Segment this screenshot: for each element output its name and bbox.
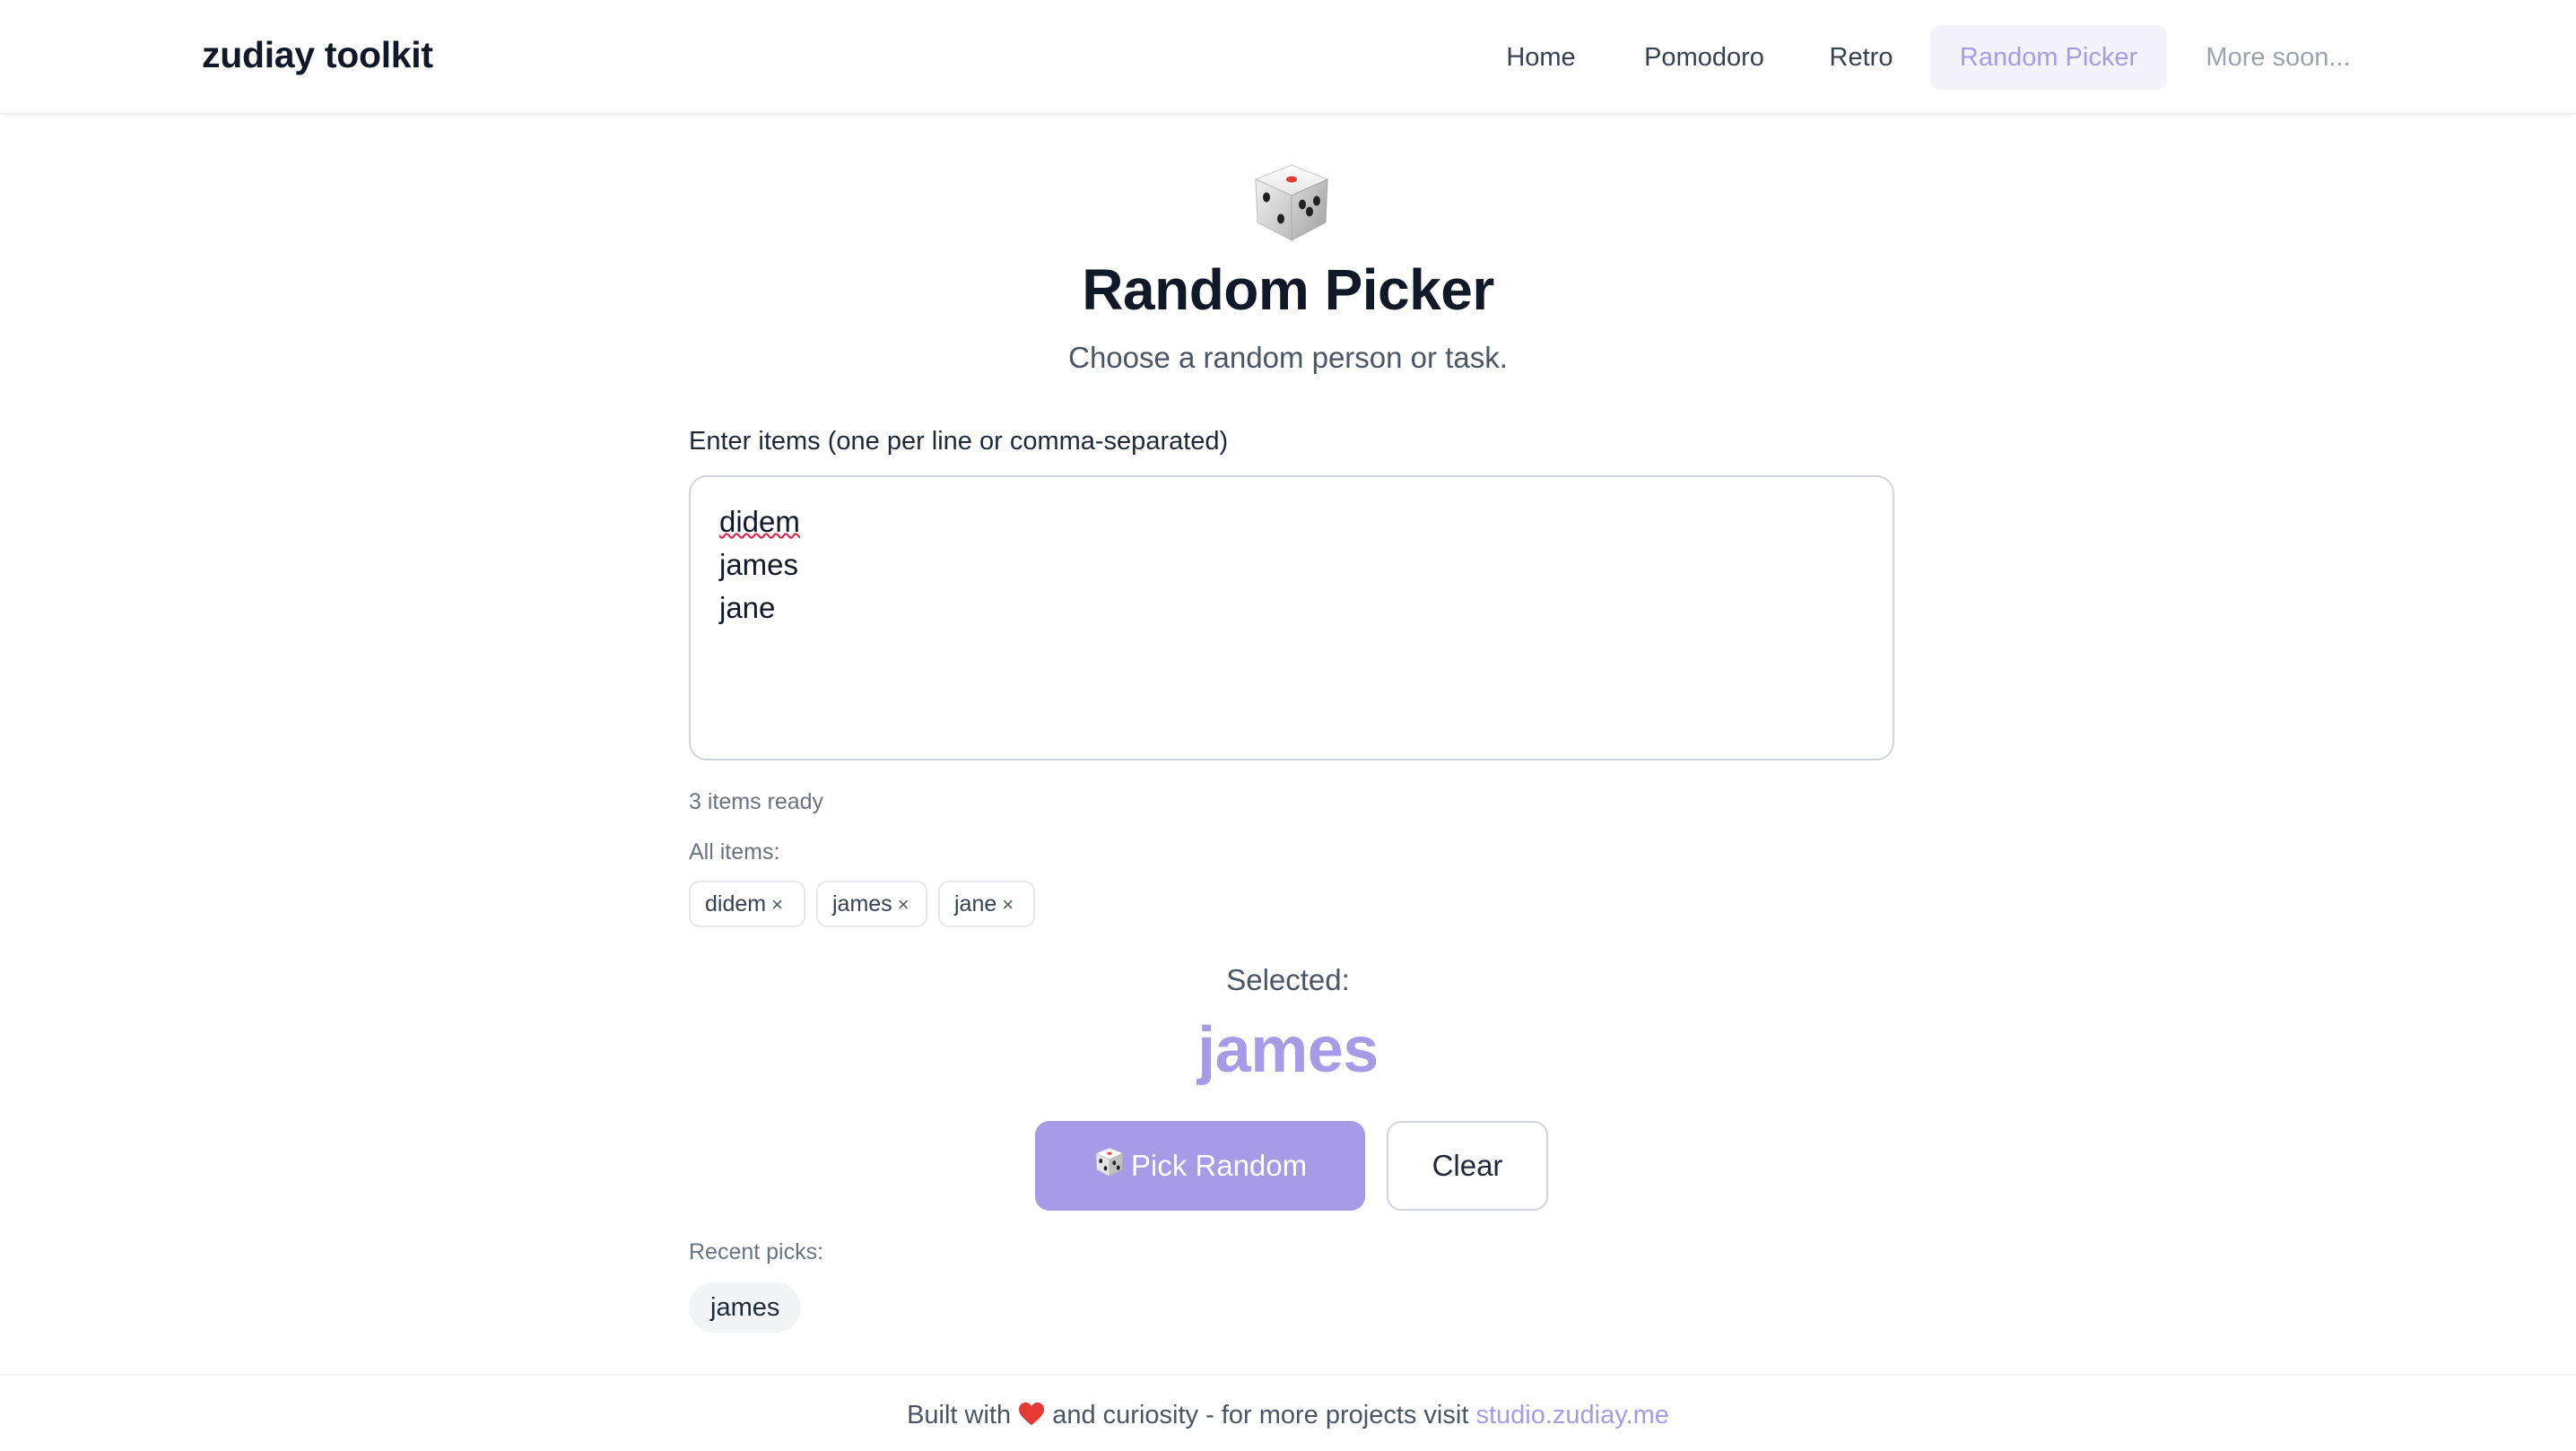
remove-icon[interactable]: × <box>1002 893 1014 916</box>
pick-random-button[interactable]: Pick Random <box>1035 1121 1365 1211</box>
textarea-line: jane <box>719 591 776 624</box>
nav-random-picker[interactable]: Random Picker <box>1930 25 2167 90</box>
dice-icon <box>1249 160 1335 246</box>
clear-button[interactable]: Clear <box>1387 1121 1548 1211</box>
chip-label: james <box>832 891 892 917</box>
nav-more-soon: More soon... <box>2206 43 2351 72</box>
nav-home[interactable]: Home <box>1480 25 1602 90</box>
nav-retro[interactable]: Retro <box>1814 25 1909 90</box>
selected-label: Selected: <box>1226 963 1350 996</box>
remove-icon[interactable]: × <box>771 893 783 916</box>
all-items-label: All items: <box>689 839 780 865</box>
item-chip: james × <box>816 881 927 927</box>
nav-pomodoro[interactable]: Pomodoro <box>1622 25 1787 90</box>
items-input-label: Enter items (one per line or comma-separ… <box>689 427 1229 456</box>
recent-picks-label: Recent picks: <box>689 1239 824 1264</box>
item-chip: didem × <box>689 881 805 927</box>
main-nav: Home Pomodoro Retro Random Picker More s… <box>0 25 2576 90</box>
remove-icon[interactable]: × <box>898 893 909 916</box>
pick-random-label: Pick Random <box>1130 1149 1308 1182</box>
footer-text-before: Built with <box>907 1401 1012 1429</box>
item-chip: jane × <box>938 881 1035 927</box>
footer-text: Built with and curiosity - for more proj… <box>0 1401 2576 1430</box>
studio-link[interactable]: studio.zudiay.me <box>1475 1401 1668 1429</box>
footer-text-after: and curiosity - for more projects visit <box>1052 1401 1469 1429</box>
dice-icon <box>1093 1146 1126 1186</box>
top-header: zudiay toolkit Home Pomodoro Retro Rando… <box>0 0 2576 115</box>
heart-icon <box>1018 1402 1045 1427</box>
chip-label: didem <box>705 891 767 917</box>
page-footer: Built with and curiosity - for more proj… <box>0 1374 2576 1451</box>
textarea-line: james <box>719 548 799 581</box>
recent-pick-chip: james <box>689 1282 802 1333</box>
items-count-status: 3 items ready <box>689 789 824 814</box>
items-textarea[interactable]: didem james jane <box>689 475 1894 760</box>
chip-label: jane <box>954 891 997 917</box>
page-subtitle: Choose a random person or task. <box>1068 341 1508 374</box>
selected-value: james <box>1197 1014 1379 1086</box>
textarea-line: didem <box>719 505 800 538</box>
page-title: Random Picker <box>1082 257 1494 322</box>
